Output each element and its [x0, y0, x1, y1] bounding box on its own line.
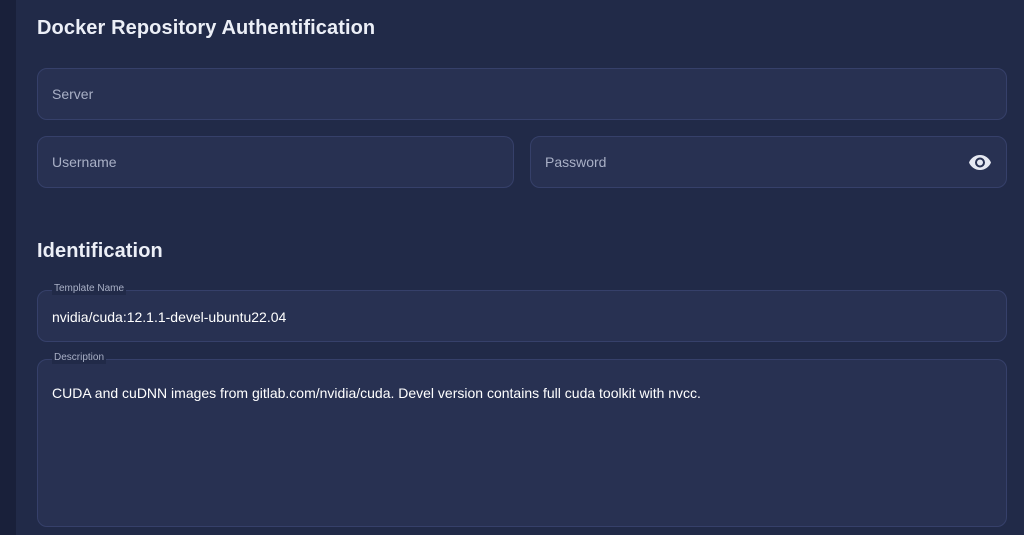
description-field[interactable]: Description CUDA and cuDNN images from g… — [37, 352, 1007, 527]
server-field[interactable]: Server — [37, 68, 1007, 120]
identification-section-title: Identification — [37, 240, 163, 262]
template-name-field[interactable]: Template Name nvidia/cuda:12.1.1-devel-u… — [37, 283, 1007, 342]
description-value: CUDA and cuDNN images from gitlab.com/nv… — [52, 385, 701, 401]
username-field[interactable]: Username — [37, 136, 514, 188]
username-placeholder: Username — [52, 154, 117, 170]
template-name-value: nvidia/cuda:12.1.1-devel-ubuntu22.04 — [52, 309, 287, 325]
password-placeholder: Password — [545, 154, 607, 170]
left-sidebar-edge — [0, 0, 16, 535]
password-field[interactable]: Password — [530, 136, 1007, 188]
description-label: Description — [52, 352, 107, 364]
docker-auth-section-title: Docker Repository Authentification — [37, 17, 376, 39]
server-placeholder: Server — [52, 86, 94, 102]
template-name-label: Template Name — [52, 283, 127, 295]
eye-icon[interactable] — [968, 150, 992, 174]
